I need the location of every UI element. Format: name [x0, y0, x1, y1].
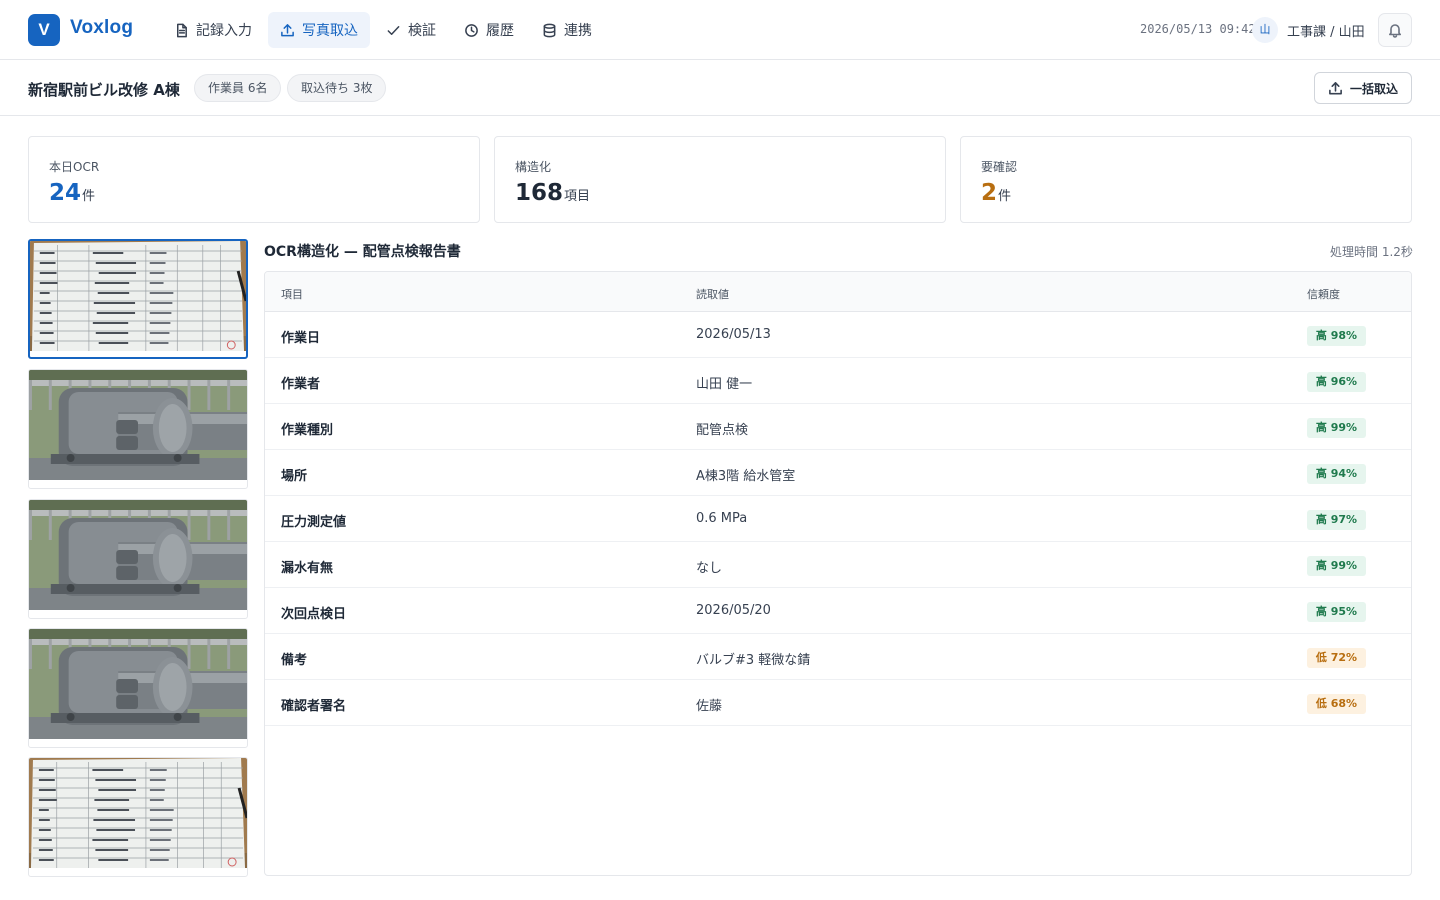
upload-icon — [281, 23, 294, 36]
table-row[interactable]: 備考 バルブ#3 軽微な錆 低 72% — [265, 634, 1411, 680]
nav-item-label: 履歴 — [486, 23, 514, 39]
project-title: 新宿駅前ビル改修 A棟 — [28, 81, 180, 99]
pending-import-chip: 取込待ち 3枚 — [287, 74, 387, 102]
nav-item-photo-import[interactable]: 写真取込 — [268, 12, 370, 48]
field-value[interactable]: なし — [696, 557, 722, 576]
nav-item-verify[interactable]: 検証 — [374, 12, 448, 48]
table-row[interactable]: 確認者署名 佐藤 低 68% — [265, 680, 1411, 726]
user-name[interactable]: 工事課 / 山田 — [1287, 21, 1365, 40]
nav-item-integration[interactable]: 連携 — [530, 12, 604, 48]
stat-unit: 件 — [998, 189, 1012, 204]
confidence-badge: 低 68% — [1307, 694, 1366, 714]
table-header: 項目 読取値 信頼度 — [265, 272, 1411, 312]
clock-icon — [465, 23, 478, 37]
field-value[interactable]: 2026/05/20 — [696, 603, 771, 618]
table-row[interactable]: 次回点検日 2026/05/20 高 95% — [265, 588, 1411, 634]
processing-time: 処理時間 1.2秒 — [1330, 245, 1413, 259]
column-header-item: 項目 — [281, 288, 303, 301]
stat-card-needs-review: 要確認 2件 — [960, 136, 1412, 223]
photo-thumbnail-document[interactable] — [28, 239, 248, 359]
bulk-import-button[interactable]: 一括取込 — [1314, 72, 1412, 104]
field-name: 備考 — [281, 653, 308, 668]
table-row[interactable]: 作業日 2026/05/13 高 98% — [265, 312, 1411, 358]
field-name: 次回点検日 — [281, 607, 347, 622]
confidence-badge: 高 95% — [1307, 602, 1366, 622]
top-navigation-bar: V Voxlog 記録入力 写真取込 検証 履歴 連携 2026/05/13 0… — [0, 0, 1440, 60]
field-value[interactable]: 山田 健一 — [696, 373, 752, 392]
current-datetime: 2026/05/13 09:42 — [1140, 22, 1256, 36]
bulk-import-label: 一括取込 — [1349, 81, 1398, 96]
table-row[interactable]: 圧力測定値 0.6 MPa 高 97% — [265, 496, 1411, 542]
confidence-badge: 高 94% — [1307, 464, 1366, 484]
field-name: 作業種別 — [281, 423, 334, 438]
field-value[interactable]: 配管点検 — [696, 419, 748, 438]
stat-card-ocr-today: 本日OCR 24件 — [28, 136, 480, 223]
stat-label: 本日OCR — [49, 160, 100, 174]
stat-value: 2件 — [981, 179, 1011, 211]
workers-chip: 作業員 6名 — [194, 74, 282, 102]
photo-thumbnail-pipe[interactable] — [28, 499, 248, 619]
table-row[interactable]: 場所 A棟3階 給水管室 高 94% — [265, 450, 1411, 496]
nav-item-label: 写真取込 — [302, 23, 358, 39]
field-name: 作業者 — [281, 377, 321, 392]
app-logo-mark[interactable]: V — [28, 14, 60, 46]
field-name: 漏水有無 — [281, 561, 334, 576]
stat-value: 168項目 — [515, 179, 590, 211]
column-header-value: 読取値 — [696, 288, 729, 301]
table-row[interactable]: 漏水有無 なし 高 99% — [265, 542, 1411, 588]
nav-item-label: 連携 — [564, 23, 592, 39]
result-title: OCR構造化 — 配管点検報告書 — [264, 244, 461, 260]
confidence-badge: 低 72% — [1307, 648, 1366, 668]
stat-card-structured: 構造化 168項目 — [494, 136, 946, 223]
stat-unit: 項目 — [564, 189, 591, 204]
field-value[interactable]: バルブ#3 軽微な錆 — [696, 649, 810, 668]
project-bar: 新宿駅前ビル改修 A棟 作業員 6名 取込待ち 3枚 一括取込 — [0, 60, 1440, 116]
nav-item-label: 検証 — [408, 23, 436, 39]
app-name[interactable]: Voxlog — [70, 17, 133, 39]
check-icon — [387, 25, 400, 35]
nav-item-history[interactable]: 履歴 — [452, 12, 526, 48]
stat-number: 2 — [981, 180, 998, 206]
stat-label: 構造化 — [515, 160, 552, 174]
field-name: 場所 — [281, 469, 308, 484]
notifications-button[interactable] — [1378, 13, 1412, 47]
table-row[interactable]: 作業者 山田 健一 高 96% — [265, 358, 1411, 404]
table-body: 作業日 2026/05/13 高 98% 作業者 山田 健一高 96% 作業種別 配管点検高… — [265, 312, 1411, 726]
field-value[interactable]: A棟3階 給水管室 — [696, 465, 795, 484]
confidence-badge: 高 99% — [1307, 556, 1366, 576]
photo-thumbnail-document[interactable] — [28, 757, 248, 877]
nav-item-record-input[interactable]: 記録入力 — [162, 12, 264, 48]
field-value[interactable]: 0.6 MPa — [696, 511, 747, 526]
confidence-badge: 高 97% — [1307, 510, 1366, 530]
field-name: 作業日 — [281, 331, 321, 346]
nav-item-label: 記録入力 — [196, 23, 252, 39]
field-value[interactable]: 佐藤 — [696, 695, 722, 714]
field-name: 圧力測定値 — [281, 515, 347, 530]
database-icon — [543, 23, 556, 37]
document-icon — [177, 23, 187, 37]
main-nav: 記録入力 写真取込 検証 履歴 連携 — [162, 12, 604, 48]
stat-number: 168 — [515, 180, 564, 206]
ocr-result-table: 項目 読取値 信頼度 作業日 2026/05/13 高 98% 作業者 山田 健一高 9… — [264, 271, 1412, 876]
photo-thumbnail-pipe[interactable] — [28, 369, 248, 489]
upload-icon — [1329, 81, 1342, 94]
photo-thumbnail-pipe[interactable] — [28, 628, 248, 748]
table-row[interactable]: 作業種別 配管点検 高 99% — [265, 404, 1411, 450]
stat-unit: 件 — [82, 189, 96, 204]
confidence-badge: 高 98% — [1307, 326, 1366, 346]
bell-icon — [1389, 24, 1401, 38]
stat-value: 24件 — [49, 179, 95, 211]
avatar[interactable]: 山 — [1252, 17, 1278, 43]
confidence-badge: 高 99% — [1307, 418, 1366, 438]
stat-label: 要確認 — [981, 160, 1018, 174]
stat-number: 24 — [49, 180, 82, 206]
confidence-badge: 高 96% — [1307, 372, 1366, 392]
column-header-confidence: 信頼度 — [1307, 288, 1340, 301]
field-name: 確認者署名 — [281, 699, 347, 714]
field-value[interactable]: 2026/05/13 — [696, 327, 771, 342]
